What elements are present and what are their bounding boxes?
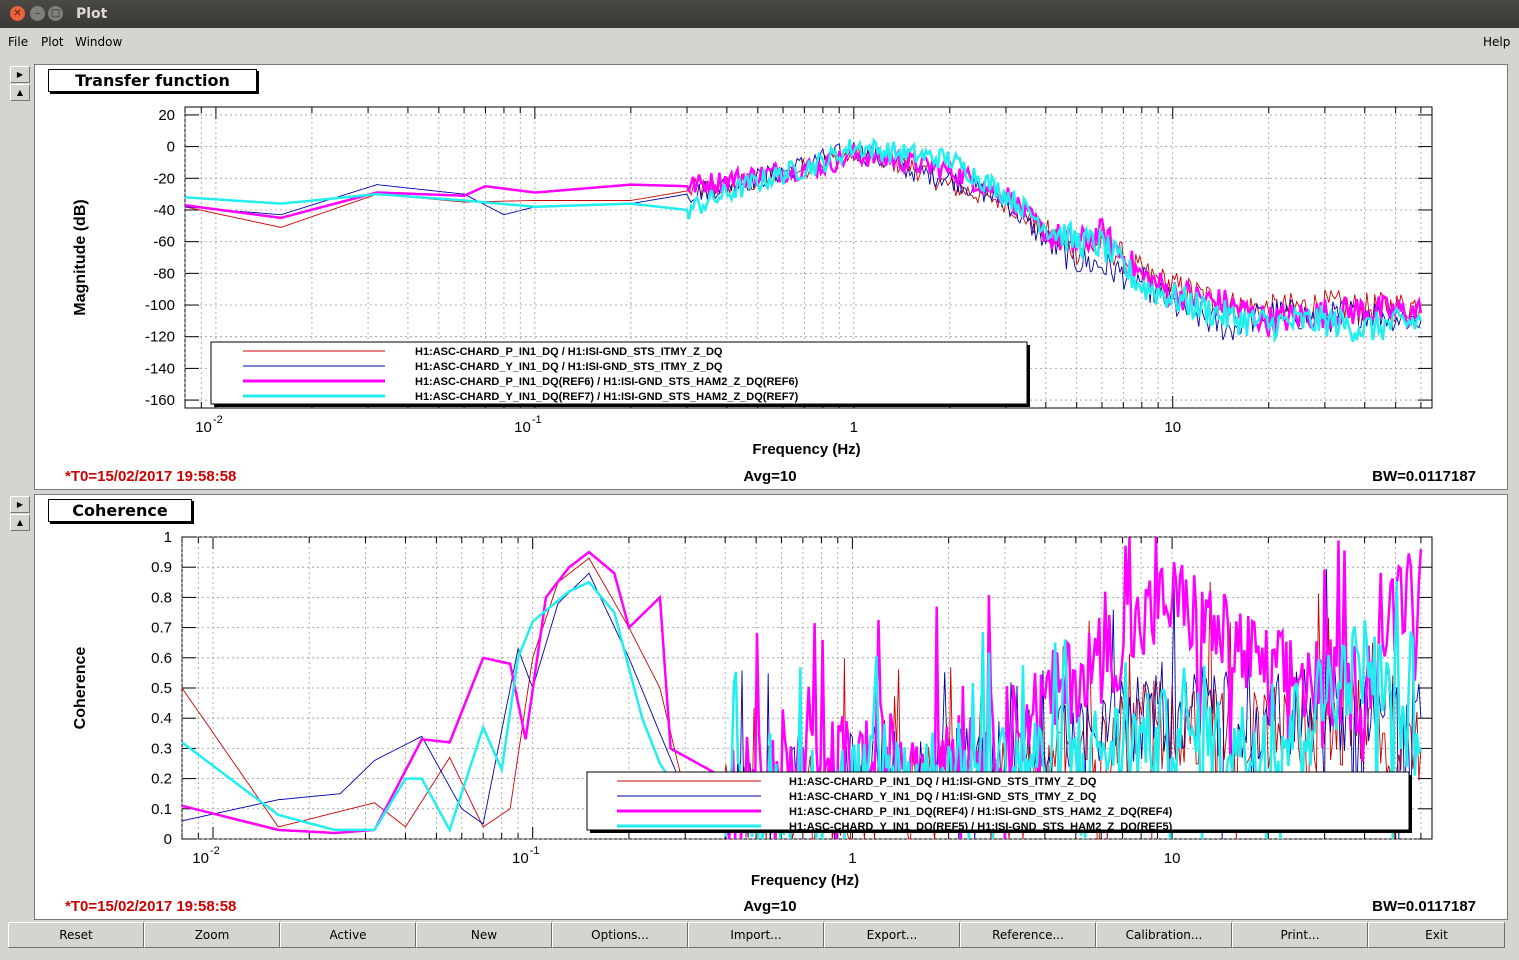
y-tick-label: -60 xyxy=(153,234,175,251)
x-tick-label-base: 10 xyxy=(1164,419,1181,436)
x-axis-label: Frequency (Hz) xyxy=(752,441,860,458)
y-tick-label: -20 xyxy=(153,170,175,187)
transfer-function-panel: 20 0 -20 -40 -60 -80 -100 -120 -140 -160 10 -2 10 -1 1… xyxy=(34,64,1508,490)
calibration-button[interactable]: Calibration... xyxy=(1096,922,1232,948)
reset-button[interactable]: Reset xyxy=(8,922,144,948)
coherence-plot[interactable]: 10.90.80.70.60.50.40.30.20.1010 -2 10 -1 1 10… xyxy=(35,495,1507,919)
y-tick-label: -120 xyxy=(145,329,175,346)
status-averages: Avg=10 xyxy=(743,468,796,485)
y-tick-label: -100 xyxy=(145,297,175,314)
menu-window[interactable]: Window xyxy=(75,35,122,49)
x-tick-label-base: 10 xyxy=(192,850,209,867)
y-tick-label: 1 xyxy=(164,529,172,546)
y-tick-label: 20 xyxy=(158,107,175,124)
y-tick-label: 0.1 xyxy=(151,801,172,818)
pad1-collapse-button[interactable]: ▲ xyxy=(10,84,30,101)
reference-button[interactable]: Reference... xyxy=(960,922,1096,948)
status-start-time: *T0=15/02/2017 19:58:58 xyxy=(65,898,236,915)
export-button[interactable]: Export... xyxy=(824,922,960,948)
x-tick-label-base: 1 xyxy=(848,850,856,867)
x-tick-label-exponent: -1 xyxy=(532,414,542,426)
x-tick-label-base: 10 xyxy=(512,850,529,867)
y-tick-label: 0.3 xyxy=(151,740,172,757)
y-tick-label: -140 xyxy=(145,360,175,377)
x-tick-label: 1 xyxy=(848,850,856,867)
x-tick-label: 10 -2 xyxy=(195,414,222,436)
legend-entry-1: H1:ASC-CHARD_P_IN1_DQ / H1:ISI-GND_STS_I… xyxy=(789,776,1097,788)
legend-entry-2: H1:ASC-CHARD_Y_IN1_DQ / H1:ISI-GND_STS_I… xyxy=(415,361,723,373)
print-button[interactable]: Print... xyxy=(1232,922,1368,948)
status-bandwidth: BW=0.0117187 xyxy=(1372,468,1476,485)
menu-bar: File Plot Window Help xyxy=(0,28,1519,54)
x-axis-label: Frequency (Hz) xyxy=(751,872,859,889)
x-tick-label: 10 -1 xyxy=(512,845,539,867)
window-titlebar: ✕ – □ Plot xyxy=(0,0,1519,28)
menu-file[interactable]: File xyxy=(8,35,28,49)
x-tick-label: 10 xyxy=(1164,419,1181,436)
panel-title-transfer-function: Transfer function xyxy=(48,69,257,92)
y-axis-label: Coherence xyxy=(72,647,89,730)
y-tick-label: -160 xyxy=(145,392,175,409)
pad2-collapse-button[interactable]: ▲ xyxy=(10,514,30,531)
pad1-expand-button[interactable]: ▶ xyxy=(10,66,30,83)
x-tick-label-base: 1 xyxy=(850,419,858,436)
minimize-icon[interactable]: – xyxy=(30,6,45,21)
legend-entry-2: H1:ASC-CHARD_Y_IN1_DQ / H1:ISI-GND_STS_I… xyxy=(789,791,1097,803)
y-axis-label: Magnitude (dB) xyxy=(72,199,89,315)
legend-entry-1: H1:ASC-CHARD_P_IN1_DQ / H1:ISI-GND_STS_I… xyxy=(415,346,723,358)
legend-entry-4: H1:ASC-CHARD_Y_IN1_DQ(REF5) / H1:ISI-GND… xyxy=(789,821,1173,833)
window-title: Plot xyxy=(76,6,108,22)
y-tick-label: 0.9 xyxy=(151,559,172,576)
coherence-panel: 1 0.9 0.8 0.7 0.6 0.5 0.4 0.3 0.2 0.1 0 10 -2 10 -1 1 10… xyxy=(34,494,1508,920)
legend-entry-4: H1:ASC-CHARD_Y_IN1_DQ(REF7) / H1:ISI-GND… xyxy=(415,391,799,403)
x-tick-label-exponent: -2 xyxy=(213,414,223,426)
zoom-button[interactable]: Zoom xyxy=(144,922,280,948)
x-tick-label: 10 xyxy=(1164,850,1181,867)
x-tick-label-exponent: -1 xyxy=(530,845,540,857)
x-tick-label-base: 10 xyxy=(514,419,531,436)
menu-help[interactable]: Help xyxy=(1483,35,1510,49)
pad2-expand-button[interactable]: ▶ xyxy=(10,496,30,513)
y-tick-label: 0.2 xyxy=(151,771,172,788)
status-bandwidth: BW=0.0117187 xyxy=(1372,898,1476,915)
y-tick-label: 0.5 xyxy=(151,680,172,697)
x-tick-label: 10 -2 xyxy=(192,845,219,867)
y-tick-label: 0 xyxy=(164,831,172,848)
y-tick-label: 0 xyxy=(167,139,175,156)
x-tick-label: 10 -1 xyxy=(514,414,541,436)
y-tick-label: 0.8 xyxy=(151,589,172,606)
x-tick-label-base: 10 xyxy=(195,419,212,436)
y-tick-label: 0.7 xyxy=(151,620,172,637)
import-button[interactable]: Import... xyxy=(688,922,824,948)
options-button[interactable]: Options... xyxy=(552,922,688,948)
y-tick-label: -40 xyxy=(153,202,175,219)
transfer-function-plot[interactable]: 200-20-40-60-80-100-120-140-16010 -2 10 -1 1… xyxy=(35,65,1507,489)
maximize-icon[interactable]: □ xyxy=(48,6,63,21)
new-button[interactable]: New xyxy=(416,922,552,948)
status-start-time: *T0=15/02/2017 19:58:58 xyxy=(65,468,236,485)
bottom-toolbar: Reset Zoom Active New Options... Import.… xyxy=(8,922,1505,948)
x-tick-label-base: 10 xyxy=(1164,850,1181,867)
legend-entry-3: H1:ASC-CHARD_P_IN1_DQ(REF6) / H1:ISI-GND… xyxy=(415,376,799,388)
x-tick-label: 1 xyxy=(850,419,858,436)
y-tick-label: -80 xyxy=(153,265,175,282)
panel-title-coherence: Coherence xyxy=(48,499,192,522)
exit-button[interactable]: Exit xyxy=(1368,922,1505,948)
y-tick-label: 0.6 xyxy=(151,650,172,667)
menu-plot[interactable]: Plot xyxy=(41,35,64,49)
status-averages: Avg=10 xyxy=(743,898,796,915)
x-tick-label-exponent: -2 xyxy=(210,845,220,857)
legend-entry-3: H1:ASC-CHARD_P_IN1_DQ(REF4) / H1:ISI-GND… xyxy=(789,806,1173,818)
close-icon[interactable]: ✕ xyxy=(10,6,25,21)
active-button[interactable]: Active xyxy=(280,922,416,948)
y-tick-label: 0.4 xyxy=(151,710,172,727)
